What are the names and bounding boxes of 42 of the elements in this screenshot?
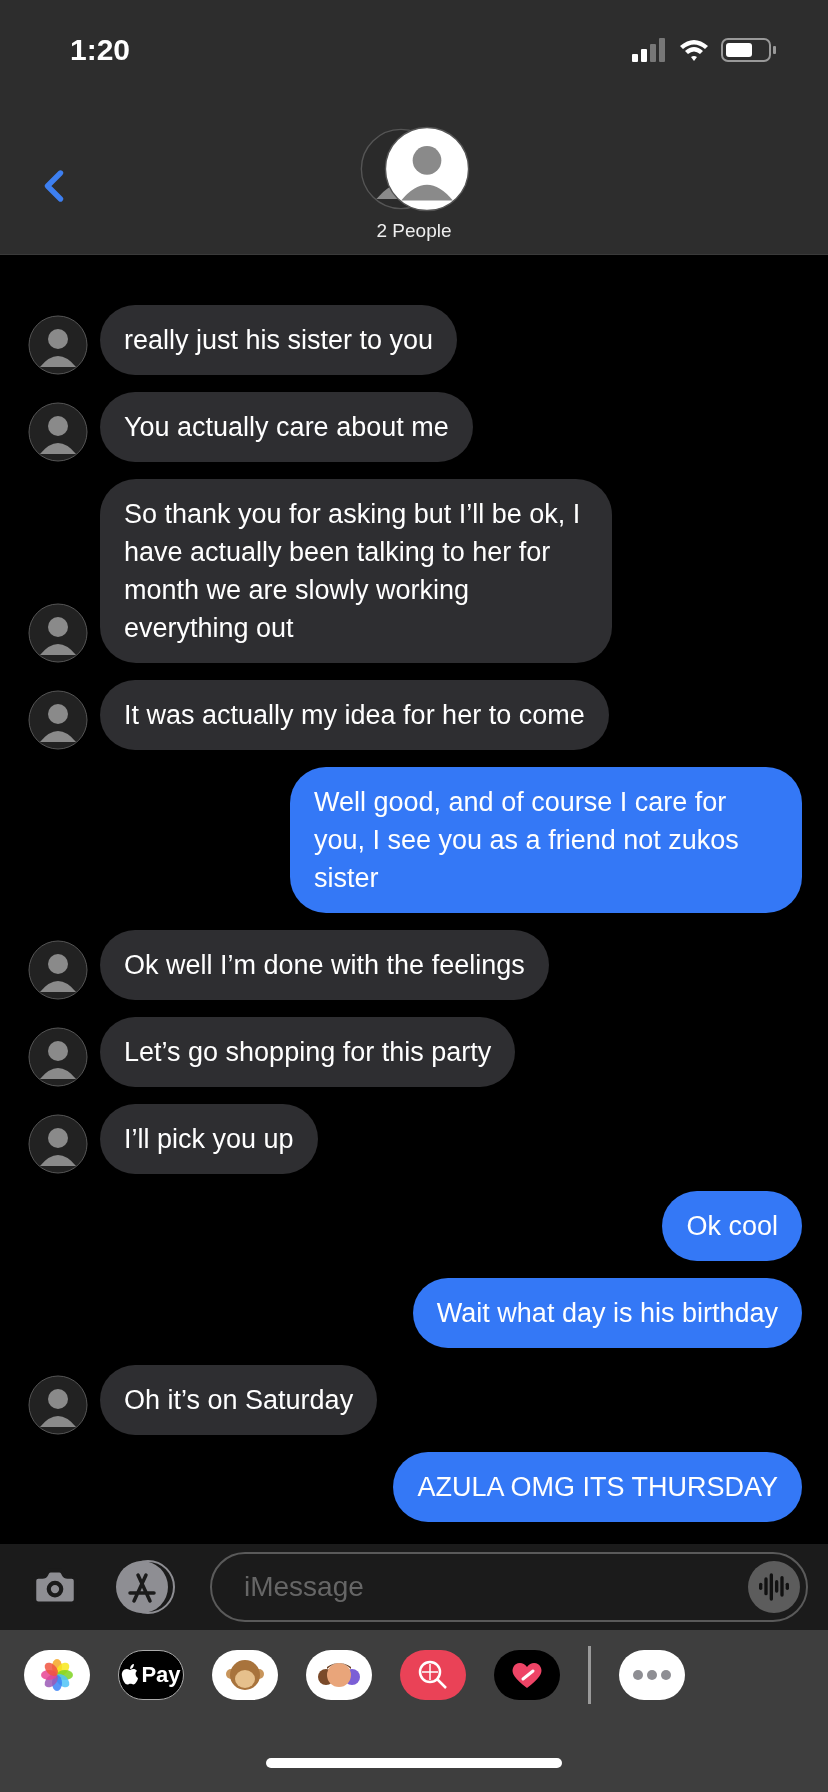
received-message: It was actually my idea for her to come — [100, 680, 609, 750]
sent-message: Ok cool — [662, 1191, 802, 1261]
apple-icon — [121, 1664, 140, 1686]
sender-avatar — [28, 1027, 88, 1087]
heart-icon — [511, 1661, 543, 1689]
status-time: 1:20 — [70, 33, 131, 67]
received-message: Oh it’s on Saturday — [100, 1365, 378, 1435]
sent-message: Well good, and of course I care for you, I see you as a friend not zukos sister — [290, 767, 802, 913]
waveform-icon — [758, 1571, 790, 1603]
received-message: You actually care about me — [100, 392, 473, 462]
memoji-app-button[interactable] — [306, 1650, 372, 1700]
photos-app-button[interactable] — [24, 1650, 90, 1700]
sender-avatar — [28, 402, 88, 462]
monkey-icon — [226, 1658, 264, 1692]
sender-avatar — [28, 940, 88, 1000]
sender-avatar — [28, 1375, 88, 1435]
conversation-title: 2 People — [376, 220, 452, 242]
sender-avatar — [28, 1114, 88, 1174]
animoji-app-button[interactable] — [212, 1650, 278, 1700]
received-message: Ok well I’m done with the feelings — [100, 930, 549, 1000]
more-icon — [633, 1670, 671, 1680]
audio-button[interactable] — [748, 1561, 800, 1613]
sender-avatar — [28, 603, 88, 663]
sent-message: Wait what day is his birthday — [412, 1278, 802, 1348]
sender-avatar — [28, 315, 88, 375]
received-message: I’ll pick you up — [100, 1104, 318, 1174]
received-message: Let’s go shopping for this party — [100, 1017, 516, 1087]
pay-app-button[interactable]: Pay — [118, 1650, 184, 1700]
web-search-app-button[interactable] — [400, 1650, 466, 1700]
search-icon — [417, 1659, 449, 1691]
flower-icon — [40, 1658, 74, 1692]
divider — [588, 1646, 591, 1704]
received-message: really just his sister to you — [100, 305, 458, 375]
wifi-icon — [680, 40, 708, 61]
received-message: So thank you for asking but I’ll be ok, I have actually been talking to her for month we are slowly working everything out — [100, 479, 612, 663]
signal-icon — [632, 38, 665, 62]
message-bar[interactable]: iMessage — [210, 1552, 808, 1622]
heart-app-button[interactable] — [494, 1650, 560, 1700]
sender-avatar — [28, 690, 88, 750]
sent-message: AZULA OMG ITS THURSDAY — [393, 1452, 802, 1522]
more-button[interactable] — [619, 1650, 685, 1700]
battery-icon — [721, 38, 776, 62]
